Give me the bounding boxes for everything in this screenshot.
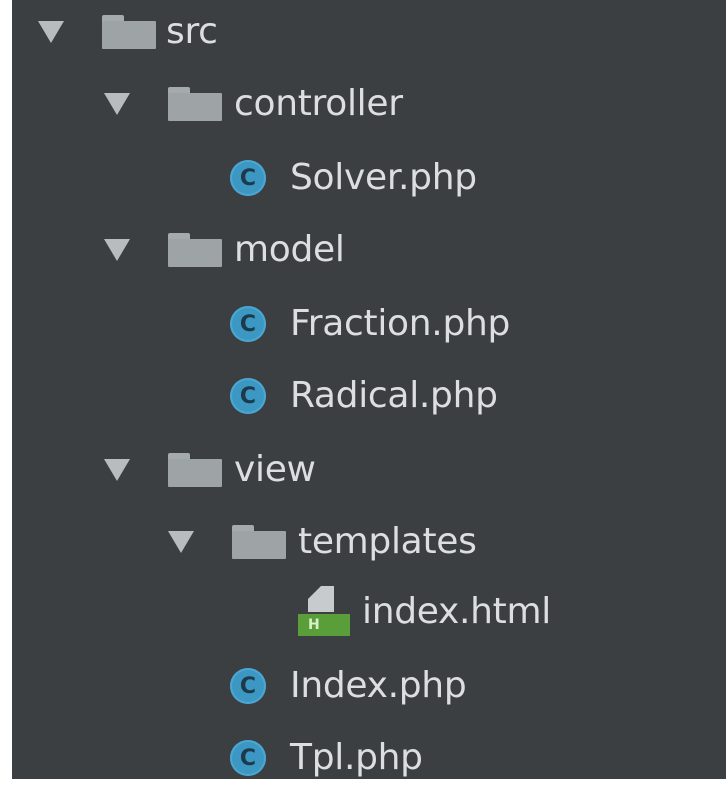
tree-node-label: Radical.php: [290, 375, 498, 416]
php-class-icon: C: [230, 306, 266, 342]
tree-node-controller[interactable]: controller: [104, 74, 403, 134]
expand-arrow-icon[interactable]: [104, 239, 130, 261]
expand-arrow-icon[interactable]: [104, 459, 130, 481]
tree-node-label: templates: [298, 521, 477, 562]
tree-node-label: index.html: [362, 591, 551, 632]
tree-node-label: src: [166, 11, 218, 52]
expand-arrow-icon[interactable]: [38, 21, 64, 43]
tree-node-label: Solver.php: [290, 157, 477, 198]
php-class-icon: C: [230, 668, 266, 704]
tree-node-index-php[interactable]: C Index.php: [230, 656, 467, 716]
tree-node-label: Index.php: [290, 665, 467, 706]
tree-node-label: Tpl.php: [290, 737, 423, 778]
expand-arrow-icon[interactable]: [104, 93, 130, 115]
tree-node-solver-php[interactable]: C Solver.php: [230, 148, 477, 208]
expand-arrow-icon[interactable]: [168, 531, 194, 553]
tree-node-radical-php[interactable]: C Radical.php: [230, 366, 498, 426]
tree-node-tpl-php[interactable]: C Tpl.php: [230, 728, 423, 788]
tree-node-view[interactable]: view: [104, 440, 316, 500]
tree-node-label: controller: [234, 83, 403, 124]
folder-icon: [168, 233, 222, 267]
folder-icon: [102, 15, 156, 49]
tree-node-src[interactable]: src: [38, 2, 218, 62]
php-class-icon: C: [230, 160, 266, 196]
html-file-icon: H: [298, 586, 350, 638]
tree-node-index-html[interactable]: H index.html: [298, 582, 551, 642]
tree-node-model[interactable]: model: [104, 220, 345, 280]
folder-icon: [168, 453, 222, 487]
folder-icon: [232, 525, 286, 559]
tree-node-fraction-php[interactable]: C Fraction.php: [230, 294, 510, 354]
tree-node-label: view: [234, 449, 316, 490]
php-class-icon: C: [230, 740, 266, 776]
tree-node-label: model: [234, 229, 345, 270]
php-class-icon: C: [230, 378, 266, 414]
tree-node-label: Fraction.php: [290, 303, 511, 344]
project-tree-panel: src controller C Solver.php model C Frac…: [12, 0, 726, 779]
tree-node-templates[interactable]: templates: [168, 512, 477, 572]
folder-icon: [168, 87, 222, 121]
